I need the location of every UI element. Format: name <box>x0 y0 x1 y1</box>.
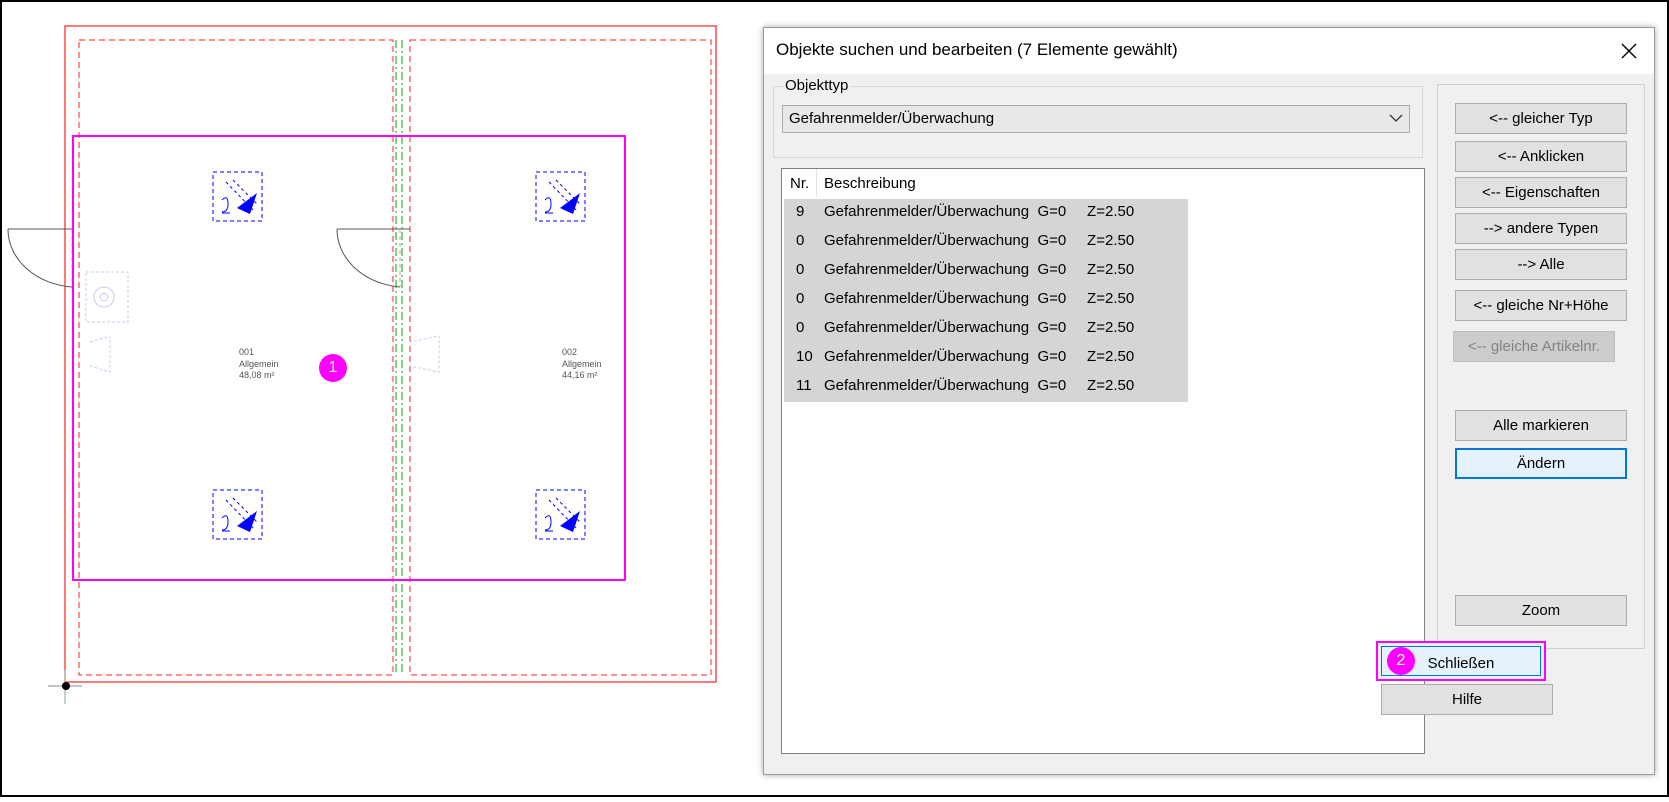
row-description: Gefahrenmelder/Überwachung G=0 Z=2.50 <box>824 232 1135 249</box>
action-button-panel: <-- gleicher Typ <-- Anklicken <-- Eigen… <box>1437 84 1645 649</box>
list-item[interactable]: 10 Gefahrenmelder/Überwachung G=0 Z=2.50 <box>784 344 1188 373</box>
list-item[interactable]: 0 Gefahrenmelder/Überwachung G=0 Z=2.50 <box>784 286 1188 315</box>
same-number-height-button[interactable]: <-- gleiche Nr+Höhe <box>1455 290 1627 321</box>
fixture-icon <box>93 286 115 308</box>
dialog-title: Objekte suchen und bearbeiten (7 Element… <box>776 40 1178 59</box>
search-edit-dialog: Objekte suchen und bearbeiten (7 Element… <box>763 27 1655 775</box>
close-icon[interactable] <box>1612 34 1646 68</box>
objekttyp-group: Objekttyp Gefahrenmelder/Überwachung <box>773 77 1423 158</box>
row-description: Gefahrenmelder/Überwachung G=0 Z=2.50 <box>824 290 1135 307</box>
room-number-001: 001 <box>239 347 254 357</box>
fixture-outline <box>89 335 111 373</box>
fixture-icon <box>99 292 109 302</box>
objekttyp-label: Objekttyp <box>783 77 851 94</box>
detector-symbol[interactable] <box>535 489 586 540</box>
column-separator <box>816 169 817 197</box>
all-button[interactable]: --> Alle <box>1455 249 1627 280</box>
fixture-outline <box>408 335 440 373</box>
door-swing-right <box>336 228 401 288</box>
list-item[interactable]: 0 Gefahrenmelder/Überwachung G=0 Z=2.50 <box>784 315 1188 344</box>
click-select-button[interactable]: <-- Anklicken <box>1455 141 1627 172</box>
fixture-outline <box>85 271 129 323</box>
dialog-titlebar[interactable]: Objekte suchen und bearbeiten (7 Element… <box>764 28 1654 74</box>
detector-symbol[interactable] <box>535 171 586 222</box>
row-description: Gefahrenmelder/Überwachung G=0 Z=2.50 <box>824 261 1135 278</box>
room-name-001: Allgemein <box>239 359 279 369</box>
help-button[interactable]: Hilfe <box>1381 684 1553 715</box>
list-rows: 9 Gefahrenmelder/Überwachung G=0 Z=2.50 0… <box>784 199 1188 402</box>
origin-point <box>62 682 70 690</box>
row-nr: 9 <box>796 203 805 220</box>
outer-wall-boundary <box>64 25 717 683</box>
row-nr: 0 <box>796 261 805 278</box>
room-number-002: 002 <box>562 347 577 357</box>
row-description: Gefahrenmelder/Überwachung G=0 Z=2.50 <box>824 319 1135 336</box>
list-header: Nr. Beschreibung <box>782 169 1188 197</box>
door-swing-left <box>7 228 73 288</box>
same-type-button[interactable]: <-- gleicher Typ <box>1455 103 1627 134</box>
floor-plan: 001 Allgemein 48,08 m² 002 Allgemein 44,… <box>7 25 717 704</box>
annotation-marker-2: 2 <box>1387 647 1415 675</box>
row-nr: 0 <box>796 232 805 249</box>
object-type-value: Gefahrenmelder/Überwachung <box>789 110 995 127</box>
zoom-button[interactable]: Zoom <box>1455 595 1627 626</box>
room-area-002: 44,16 m² <box>562 370 598 380</box>
detector-symbol[interactable] <box>212 489 263 540</box>
object-list[interactable]: Nr. Beschreibung 9 Gefahrenmelder/Überwac… <box>781 168 1425 754</box>
column-header-nr[interactable]: Nr. <box>790 175 809 192</box>
row-nr: 0 <box>796 319 805 336</box>
row-nr: 0 <box>796 290 805 307</box>
same-article-number-button[interactable]: <-- gleiche Artikelnr. <box>1453 331 1615 362</box>
row-description: Gefahrenmelder/Überwachung G=0 Z=2.50 <box>824 348 1135 365</box>
room-name-002: Allgemein <box>562 359 602 369</box>
properties-button[interactable]: <-- Eigenschaften <box>1455 177 1627 208</box>
list-item[interactable]: 0 Gefahrenmelder/Überwachung G=0 Z=2.50 <box>784 257 1188 286</box>
column-header-beschreibung[interactable]: Beschreibung <box>824 175 916 192</box>
row-description: Gefahrenmelder/Überwachung G=0 Z=2.50 <box>824 377 1135 394</box>
mark-all-button[interactable]: Alle markieren <box>1455 410 1627 441</box>
change-button[interactable]: Ändern <box>1455 448 1627 479</box>
chevron-down-icon <box>1389 114 1403 122</box>
selection-rectangle <box>72 135 626 581</box>
row-nr: 10 <box>796 348 813 365</box>
object-type-dropdown[interactable]: Gefahrenmelder/Überwachung <box>782 105 1410 133</box>
list-item[interactable]: 0 Gefahrenmelder/Überwachung G=0 Z=2.50 <box>784 228 1188 257</box>
other-types-button[interactable]: --> andere Typen <box>1455 213 1627 244</box>
close-button-highlight: Schließen 2 <box>1376 641 1546 681</box>
detector-symbol[interactable] <box>212 171 263 222</box>
cad-drawing-area[interactable]: 001 Allgemein 48,08 m² 002 Allgemein 44,… <box>0 0 760 797</box>
annotation-marker-1: 1 <box>319 354 347 382</box>
room-area-001: 48,08 m² <box>239 370 275 380</box>
list-item[interactable]: 11 Gefahrenmelder/Überwachung G=0 Z=2.50 <box>784 373 1188 402</box>
row-description: Gefahrenmelder/Überwachung G=0 Z=2.50 <box>824 203 1135 220</box>
row-nr: 11 <box>796 377 812 394</box>
list-item[interactable]: 9 Gefahrenmelder/Überwachung G=0 Z=2.50 <box>784 199 1188 228</box>
